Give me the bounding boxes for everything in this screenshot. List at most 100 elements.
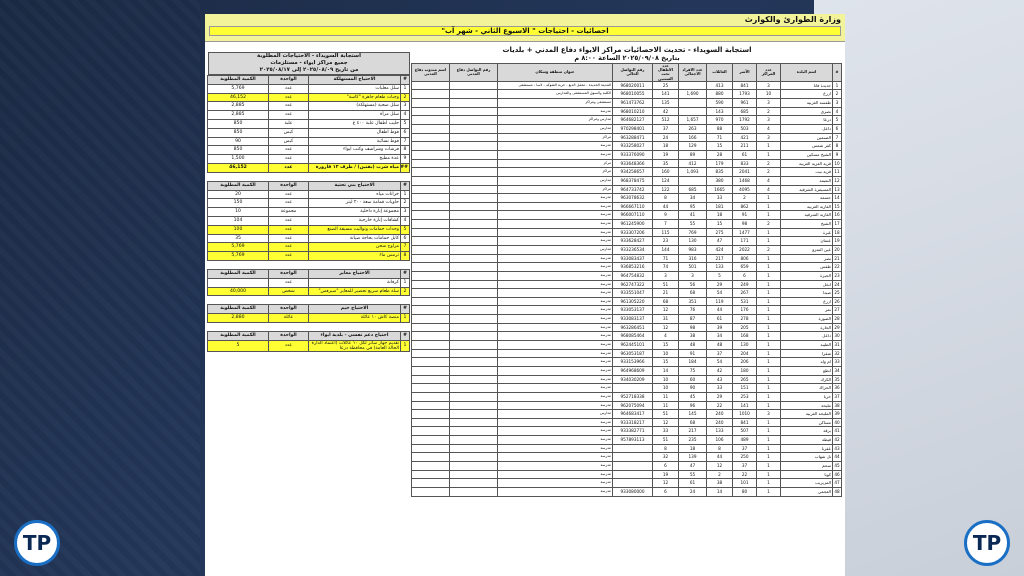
table-cell: 166 — [678, 132, 707, 143]
table-cell: 3 — [832, 98, 842, 108]
table-cell: تل شهاب — [780, 452, 833, 462]
table-cell: مليحة — [780, 400, 833, 411]
table-cell: 32 — [652, 452, 679, 462]
table-cell: 3 — [756, 132, 781, 143]
table-cell — [411, 262, 450, 272]
table-cell: 144 — [652, 245, 679, 255]
table-cell: نمر — [780, 305, 833, 316]
table-cell: مدرسة — [497, 469, 613, 480]
table-cell — [411, 391, 450, 402]
table-cell: 8 — [706, 443, 733, 454]
table-cell — [449, 452, 498, 462]
col-quantity: الكمية المطلوبة — [207, 75, 269, 85]
table-cell — [411, 115, 450, 125]
table-cell: 71 — [652, 253, 679, 264]
col-unit: الواحدة — [268, 180, 309, 191]
table-cell: 1 — [400, 189, 410, 200]
table-cell: 1 — [756, 374, 781, 385]
table-cell: 6 — [652, 461, 679, 471]
col-unit: الواحدة — [268, 330, 309, 341]
table-cell: 850 — [207, 127, 269, 138]
table-cell: 44 — [652, 201, 679, 212]
table-cell: 211 — [732, 141, 757, 151]
needs-header: استجابة السويداء - الاحتياجات المطلوبة ج… — [208, 52, 410, 75]
table-cell — [411, 236, 450, 246]
table-cell: 3 — [756, 409, 781, 419]
table-cell: 2,885 — [207, 101, 269, 112]
table-cell: المزيريب — [780, 478, 833, 488]
table-cell: 970298401 — [612, 124, 653, 134]
table-row: 9 عدة مطبخ عدد 1,500 — [207, 154, 410, 164]
column-header: العائلات — [706, 63, 733, 82]
table-cell: 3 — [678, 270, 707, 281]
table-cell: 115 — [652, 227, 679, 238]
table-cell — [411, 141, 450, 151]
table-cell — [449, 340, 498, 350]
table-cell: 3 — [756, 115, 781, 125]
table-cell — [449, 426, 498, 437]
table-cell: 8 — [400, 145, 410, 156]
table-cell: درعا — [780, 115, 833, 125]
table-cell — [411, 314, 450, 324]
table-cell: 98 — [732, 219, 757, 229]
table-cell: 33 — [706, 383, 733, 393]
table-cell: 2022 — [732, 245, 757, 255]
consumables-needs-table: # الاحتياج المستهلكة الواحدة الكمية المط… — [207, 75, 410, 173]
table-row: 6 فوط اطفال كيس 850 — [207, 127, 410, 138]
table-cell: عدد — [268, 101, 309, 112]
table-cell: 5,769 — [207, 242, 269, 253]
table-cell: 11 — [652, 400, 679, 411]
table-cell: جديدة قانا — [780, 80, 833, 91]
table-cell: 961245900 — [612, 219, 653, 229]
table-cell — [449, 374, 498, 385]
table-cell: قرية بيت — [780, 167, 833, 177]
table-cell — [411, 193, 450, 203]
table-cell: 8 — [832, 141, 842, 151]
table-cell: 15 — [652, 357, 679, 367]
table-cell: قيطة — [780, 435, 833, 445]
table-cell: 24 — [678, 486, 707, 497]
table-cell: مدارس — [497, 245, 613, 255]
table-cell: 933376090 — [612, 149, 653, 160]
table-cell — [411, 167, 450, 177]
table-cell: 35 — [832, 374, 842, 385]
table-cell — [449, 245, 498, 255]
table-cell: 7 — [400, 136, 410, 147]
table-cell: 5 — [400, 118, 410, 129]
table-cell: 37 — [732, 461, 757, 471]
table-header-row: # الاحتياج معابر الواحدة الكمية المطلوبة — [207, 268, 410, 279]
table-cell: المليحة الغربية — [780, 409, 833, 419]
table-cell: 10 — [652, 383, 679, 393]
table-row: 34 ابطع 1 180 42 75 14 964968609 مدرسة — [411, 365, 842, 376]
table-cell: وحدات حمامات وتواليت مسبقة الصنع — [308, 224, 401, 235]
table-cell: ابطع — [780, 365, 833, 376]
table-cell: 3 — [400, 207, 410, 217]
table-cell: 10 — [652, 374, 679, 385]
table-cell: بصر — [780, 253, 833, 264]
table-cell: 41 — [832, 426, 842, 437]
table-cell — [411, 279, 450, 290]
table-cell: مدرسة — [497, 400, 613, 411]
table-cell: 40,000 — [207, 286, 269, 297]
table-cell: 1 — [756, 288, 781, 298]
table-cell: عدد — [268, 339, 309, 352]
table-cell: 1 — [756, 348, 781, 359]
needs-subtitle: جميع مراكز ايواء - مستلزمات — [270, 60, 348, 66]
table-cell: 7 — [652, 219, 679, 229]
table-cell: مساكن — [780, 417, 833, 428]
table-cell: 1 — [756, 443, 781, 454]
table-cell: عدد — [268, 277, 309, 288]
table-cell: 135 — [652, 98, 679, 108]
table-cell: 1 — [756, 193, 781, 203]
table-cell: 968010055 — [612, 89, 653, 100]
table-cell: 1 — [756, 452, 781, 462]
col-number: # — [400, 268, 410, 279]
table-cell: 184 — [678, 357, 707, 367]
table-cell: 7 — [832, 132, 842, 143]
table-row: 13 المسيفرة الشرقية 4 4095 1665 685 122 9647337… — [411, 184, 842, 195]
table-cell: 933153966 — [612, 357, 653, 367]
table-cell: 1 — [756, 322, 781, 333]
table-cell: 44 — [832, 452, 842, 462]
table-cell — [411, 175, 450, 186]
table-cell: 8 — [400, 251, 410, 261]
